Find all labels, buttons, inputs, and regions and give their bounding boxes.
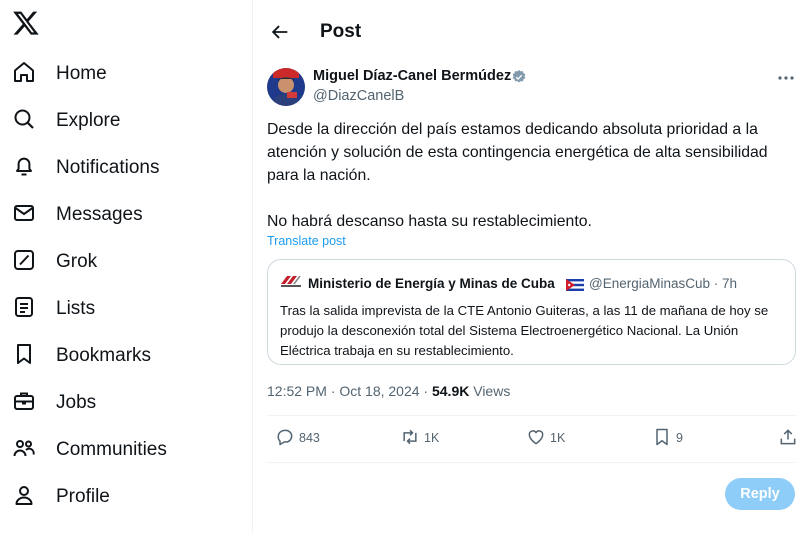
post-metadata: 12:52 PM · Oct 18, 2024 · 54.9K Views: [267, 383, 510, 399]
sidebar-item-label: Explore: [56, 110, 121, 131]
bookmark-action[interactable]: 9: [648, 428, 683, 448]
sidebar-item-label: Home: [56, 63, 107, 84]
heart-icon: [526, 427, 546, 450]
home-icon: [12, 60, 36, 89]
divider: [267, 415, 796, 416]
sidebar-item-label: Grok: [56, 251, 98, 272]
x-logo-icon[interactable]: [12, 9, 40, 37]
sidebar-item-explore[interactable]: Explore: [12, 106, 120, 136]
bookmark-icon: [652, 427, 672, 450]
verified-badge-icon: [511, 69, 527, 85]
reply-action[interactable]: 843: [271, 428, 320, 448]
sidebar-item-jobs[interactable]: Jobs: [12, 388, 96, 418]
reply-button[interactable]: Reply: [725, 478, 795, 510]
ministry-logo-icon: [280, 274, 302, 288]
author-handle[interactable]: @DiazCanelB: [313, 88, 404, 104]
people-icon: [12, 436, 36, 465]
like-action[interactable]: 1K: [522, 428, 565, 448]
sidebar-item-communities[interactable]: Communities: [12, 435, 167, 465]
page-title: Post: [320, 21, 362, 42]
reply-count: 843: [299, 431, 320, 445]
sidebar-item-grok[interactable]: Grok: [12, 247, 97, 277]
share-icon: [778, 427, 798, 450]
bell-icon: [12, 154, 36, 183]
quoted-post[interactable]: Ministerio de Energía y Minas de Cuba @E…: [267, 259, 796, 365]
quoted-author-name: Ministerio de Energía y Minas de Cuba: [308, 276, 555, 291]
back-arrow-icon[interactable]: [269, 21, 291, 43]
avatar[interactable]: [267, 68, 305, 106]
sidebar: Home Explore Notifications Messages Grok…: [0, 0, 252, 533]
sidebar-item-label: Communities: [56, 439, 167, 460]
repost-icon: [400, 427, 420, 450]
sidebar-item-messages[interactable]: Messages: [12, 200, 143, 230]
briefcase-icon: [12, 389, 36, 418]
views-label: Views: [469, 383, 511, 399]
person-icon: [12, 483, 36, 512]
bookmark-icon: [12, 342, 36, 371]
quoted-author-handle: @EnergiaMinasCub · 7h: [589, 276, 738, 291]
reply-icon: [275, 427, 295, 450]
sidebar-item-label: Notifications: [56, 157, 160, 178]
quoted-post-text: Tras la salida imprevista de la CTE Anto…: [280, 303, 769, 358]
share-action[interactable]: [774, 428, 798, 448]
sidebar-item-label: Jobs: [56, 392, 97, 413]
author-name[interactable]: Miguel Díaz-Canel Bermúdez: [313, 68, 511, 84]
post-text-paragraph: Desde la dirección del país estamos dedi…: [267, 121, 768, 184]
post-text: Desde la dirección del país estamos dedi…: [267, 118, 797, 233]
sidebar-item-notifications[interactable]: Notifications: [12, 153, 160, 183]
post-column: Post Miguel Díaz-Canel Bermúdez @DiazCan…: [253, 0, 800, 533]
like-count: 1K: [550, 431, 566, 445]
cuba-flag-icon: [566, 278, 584, 291]
bookmark-count: 9: [676, 431, 683, 445]
sidebar-item-label: Messages: [56, 204, 143, 225]
post-timestamp[interactable]: 12:52 PM · Oct 18, 2024 ·: [267, 383, 432, 399]
more-options-icon[interactable]: [777, 70, 795, 86]
grok-icon: [12, 248, 36, 277]
repost-count: 1K: [424, 431, 440, 445]
views-count: 54.9K: [431, 383, 470, 399]
repost-action[interactable]: 1K: [396, 428, 439, 448]
sidebar-item-bookmarks[interactable]: Bookmarks: [12, 341, 151, 371]
sidebar-item-label: Profile: [56, 486, 110, 507]
divider: [267, 462, 796, 463]
translate-link[interactable]: Translate post: [267, 234, 346, 248]
search-icon: [12, 107, 36, 136]
sidebar-item-home[interactable]: Home: [12, 59, 107, 89]
sidebar-item-label: Lists: [56, 298, 96, 319]
list-icon: [12, 295, 36, 324]
sidebar-item-label: Bookmarks: [56, 345, 152, 366]
sidebar-item-profile[interactable]: Profile: [12, 482, 110, 512]
sidebar-item-lists[interactable]: Lists: [12, 294, 95, 324]
post-text-paragraph: No habrá descanso hasta su restablecimie…: [267, 213, 592, 230]
envelope-icon: [12, 201, 36, 230]
